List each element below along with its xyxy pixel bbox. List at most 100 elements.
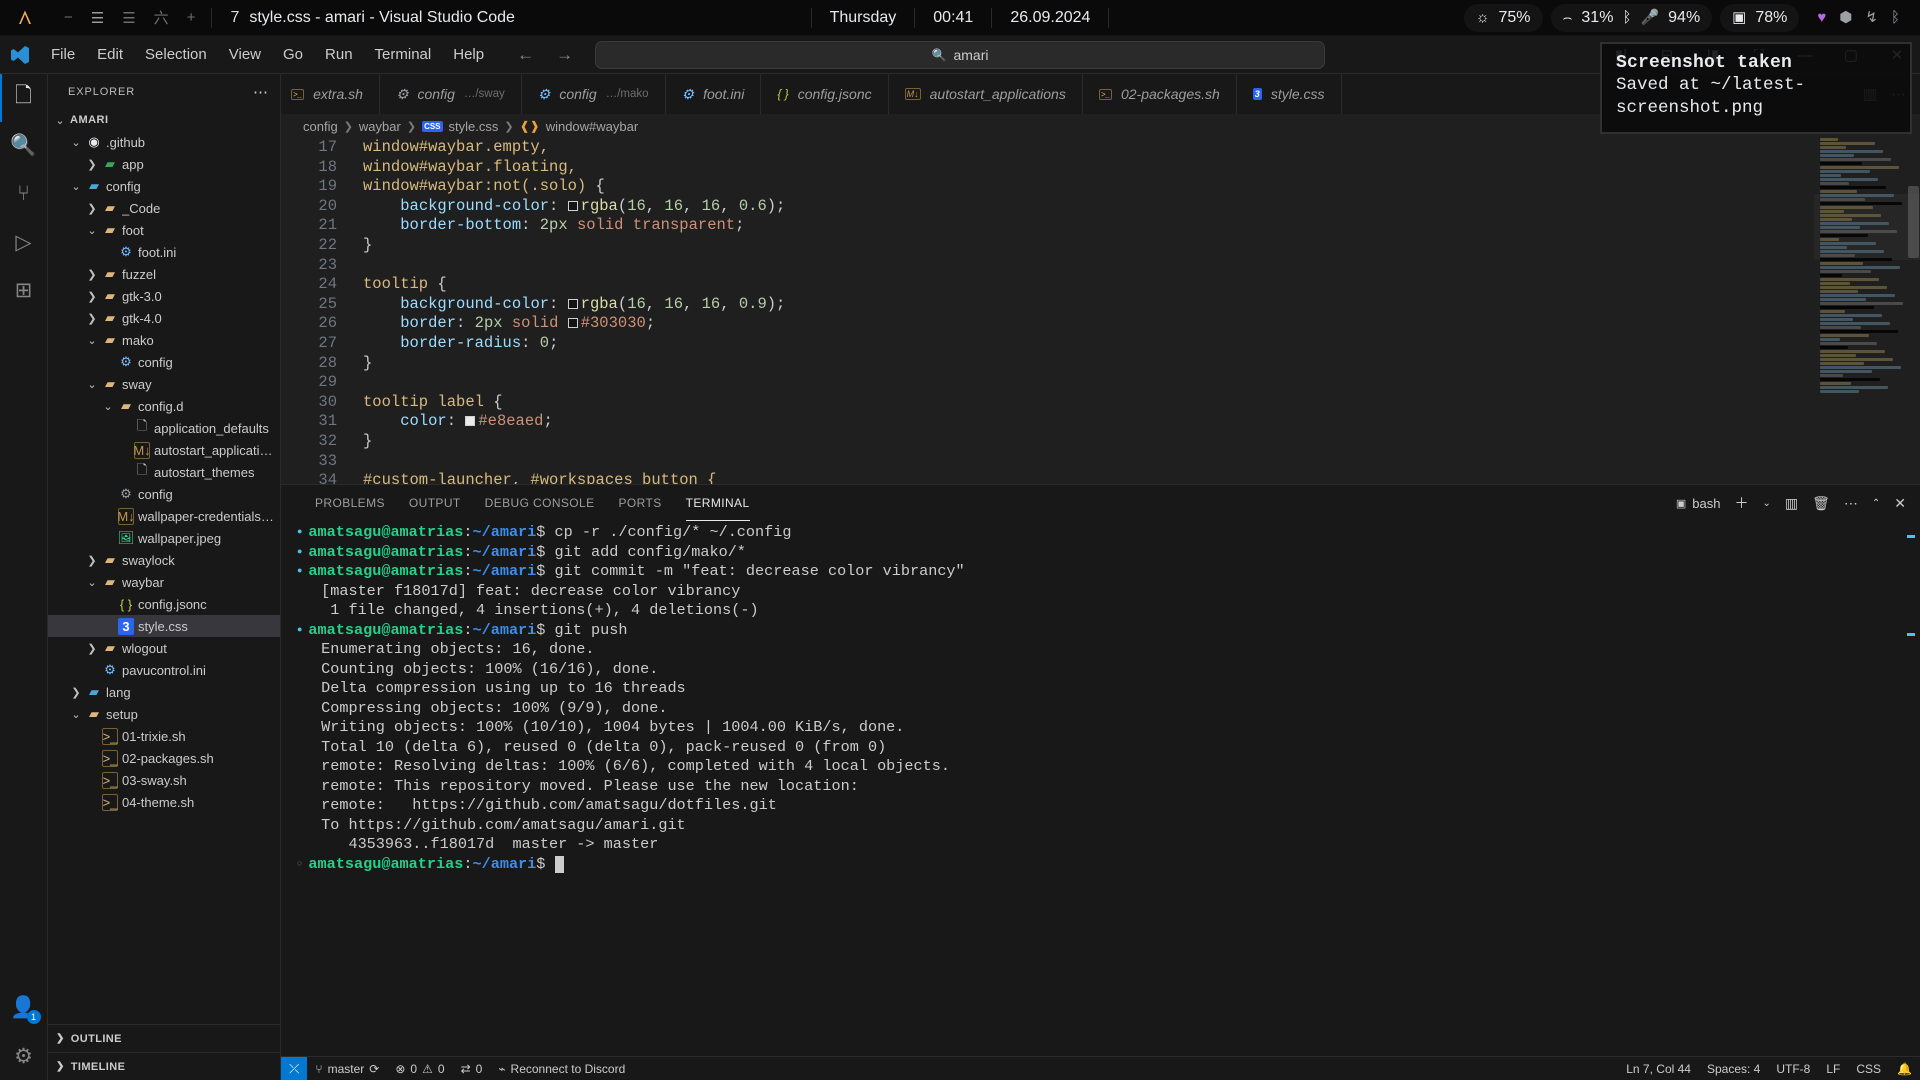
workspace-2[interactable]: ☰ (91, 9, 104, 27)
tree-file[interactable]: M↓ autostart_applications (48, 439, 280, 461)
tree-root[interactable]: ⌄ AMARI (48, 109, 280, 131)
menu-edit[interactable]: Edit (86, 42, 134, 67)
clock-date[interactable]: 26.09.2024 (992, 9, 1108, 27)
tab-problems[interactable]: PROBLEMS (303, 485, 397, 521)
sidebar-section-timeline[interactable]: ❯ TIMELINE (48, 1052, 280, 1080)
editor-tab[interactable]: M↓ autostart_applications (888, 74, 1083, 114)
tree-file[interactable]: >_ 01-trixie.sh (48, 725, 280, 747)
editor-tab[interactable]: >_ 02-packages.sh (1082, 74, 1237, 114)
navigate-back-button[interactable]: ← (517, 45, 534, 65)
status-bar[interactable]: ⤫ ⑂ master ⟳ ⊗ 0 ⚠ 0 ⇄ 0 ⌁ Reconnect to … (281, 1056, 1920, 1080)
tree-file[interactable]: ⚙ config (48, 351, 280, 373)
trash-icon[interactable]: 🗑 (1812, 495, 1830, 512)
tree-file[interactable]: >_ 03-sway.sh (48, 769, 280, 791)
menu-view[interactable]: View (218, 42, 272, 67)
status-problems[interactable]: ⊗ 0 ⚠ 0 (387, 1057, 452, 1080)
tree-folder[interactable]: ⌄ ▰ mako (48, 329, 280, 351)
editor-scrollbar[interactable] (1906, 138, 1920, 484)
tree-folder[interactable]: ❯ ▰ gtk-4.0 (48, 307, 280, 329)
workspaces[interactable]: − ☰ ☰ 六 + (48, 0, 211, 36)
editor-tab[interactable]: >_ extra.sh (281, 74, 380, 114)
activity-bar[interactable]: 🗋 🔍 ⑂ ▷ ⊞ 👤 1 ⚙ (0, 74, 48, 1080)
status-eol[interactable]: LF (1818, 1057, 1848, 1080)
workspace-add[interactable]: + (187, 9, 196, 26)
status-bell[interactable]: 🔔 (1889, 1057, 1920, 1080)
sidebar-item-source-control[interactable]: ⑂ (0, 170, 48, 218)
editor-tab[interactable]: ⚙ foot.ini (665, 74, 762, 114)
tab-terminal[interactable]: TERMINAL (674, 485, 762, 521)
clock-day[interactable]: Thursday (812, 9, 915, 27)
tree-file[interactable]: ⚙ config (48, 483, 280, 505)
workspace-4[interactable]: 六 (154, 7, 169, 28)
ellipsis-icon[interactable]: ⋯ (253, 83, 268, 101)
editor-tab[interactable]: { } config.jsonc (761, 74, 889, 114)
tree-folder[interactable]: ❯ ▰ app (48, 153, 280, 175)
tree-folder[interactable]: ❯ ▰ swaylock (48, 549, 280, 571)
tree-file[interactable]: 🗋 autostart_themes (48, 461, 280, 483)
network-icon[interactable]: ↯ (1865, 10, 1878, 25)
menu-help[interactable]: Help (442, 42, 495, 67)
tree-folder[interactable]: ⌄ ▰ foot (48, 219, 280, 241)
tree-folder[interactable]: ❯ ▰ wlogout (48, 637, 280, 659)
sidebar-item-search[interactable]: 🔍 (0, 122, 48, 170)
editor-tab[interactable]: ⚙ config …/sway (379, 74, 522, 114)
accounts-button[interactable]: 👤 1 (0, 984, 48, 1032)
tree-file[interactable]: M↓ wallpaper-credentials.md (48, 505, 280, 527)
remote-indicator-button[interactable]: ⤫ (281, 1056, 308, 1080)
tree-folder[interactable]: ❯ ▰ fuzzel (48, 263, 280, 285)
status-branch[interactable]: ⑂ master ⟳ (307, 1057, 387, 1080)
menu-go[interactable]: Go (272, 42, 314, 67)
tab-ports[interactable]: PORTS (607, 485, 674, 521)
ellipsis-icon[interactable]: ⋯ (1844, 495, 1858, 512)
breadcrumb-style-css[interactable]: style.css (449, 119, 499, 134)
breadcrumb-symbol[interactable]: window#waybar (546, 119, 639, 134)
tree-file[interactable]: ⚙ pavucontrol.ini (48, 659, 280, 681)
chevron-down-icon[interactable]: ⌄ (1762, 498, 1770, 509)
quick-search-input[interactable]: 🔍 amari (595, 40, 1325, 69)
heart-icon[interactable]: ♥ (1817, 10, 1826, 25)
tree-file[interactable]: ⚙ foot.ini (48, 241, 280, 263)
breadcrumb-waybar[interactable]: waybar (359, 119, 401, 134)
tree-folder[interactable]: ⌄ ▰ sway (48, 373, 280, 395)
menu-file[interactable]: File (40, 42, 86, 67)
tree-file[interactable]: 🖼 wallpaper.jpeg (48, 527, 280, 549)
terminal-shell-selector[interactable]: ▣ bash (1676, 496, 1721, 511)
tree-folder[interactable]: ⌄ ▰ setup (48, 703, 280, 725)
battery-module[interactable]: ▣ 78% (1720, 3, 1800, 32)
chevron-up-icon[interactable]: ⌃ (1872, 498, 1880, 509)
navigate-forward-button[interactable]: → (556, 45, 573, 65)
menu-run[interactable]: Run (314, 42, 364, 67)
status-discord[interactable]: ⌁ Reconnect to Discord (490, 1057, 633, 1080)
breadcrumb-config[interactable]: config (303, 119, 338, 134)
arch-logo-icon[interactable] (0, 0, 48, 36)
sidebar-item-explorer[interactable]: 🗋 (0, 74, 48, 122)
status-encoding[interactable]: UTF-8 (1768, 1057, 1818, 1080)
menubar[interactable]: File Edit Selection View Go Run Terminal… (40, 42, 495, 67)
minimap[interactable] (1814, 138, 1920, 484)
sidebar-item-run-debug[interactable]: ▷ (0, 218, 48, 266)
split-terminal-icon[interactable]: ▥ (1785, 495, 1798, 512)
code-editor[interactable]: 17 window#waybar.empty, 18 window#waybar.fl… (281, 138, 1920, 484)
sidebar-item-extensions[interactable]: ⊞ (0, 266, 48, 314)
tree-file[interactable]: >_ 02-packages.sh (48, 747, 280, 769)
shield-icon[interactable]: ⬢ (1839, 10, 1852, 25)
sidebar-section-outline[interactable]: ❯ OUTLINE (48, 1024, 280, 1052)
tree-folder[interactable]: ❯ ▰ _Code (48, 197, 280, 219)
status-indentation[interactable]: Spaces: 4 (1699, 1057, 1768, 1080)
tree-file[interactable]: { } config.jsonc (48, 593, 280, 615)
tab-debug-console[interactable]: DEBUG CONSOLE (473, 485, 607, 521)
workspace-1[interactable]: − (64, 9, 73, 26)
tree-file[interactable]: 🗋 application_defaults (48, 417, 280, 439)
terminal-scrollbar[interactable] (1907, 529, 1918, 1056)
tree-folder[interactable]: ❯ ▰ gtk-3.0 (48, 285, 280, 307)
status-cursor-position[interactable]: Ln 7, Col 44 (1618, 1057, 1699, 1080)
tree-folder[interactable]: ⌄ ▰ waybar (48, 571, 280, 593)
tree-folder[interactable]: ⌄ ▰ config (48, 175, 280, 197)
status-language[interactable]: CSS (1848, 1057, 1889, 1080)
tab-output[interactable]: OUTPUT (397, 485, 473, 521)
file-tree[interactable]: ⌄ AMARI ⌄ ◉ .github ❯ ▰ app ⌄ ▰ config ❯ ▰ _Code ⌄ ▰ foo… (48, 109, 280, 1024)
status-ports[interactable]: ⇄ 0 (453, 1057, 491, 1080)
clock-time[interactable]: 00:41 (915, 9, 991, 27)
workspace-3[interactable]: ☰ (122, 9, 135, 27)
editor-tab[interactable]: 3 style.css (1236, 74, 1342, 114)
